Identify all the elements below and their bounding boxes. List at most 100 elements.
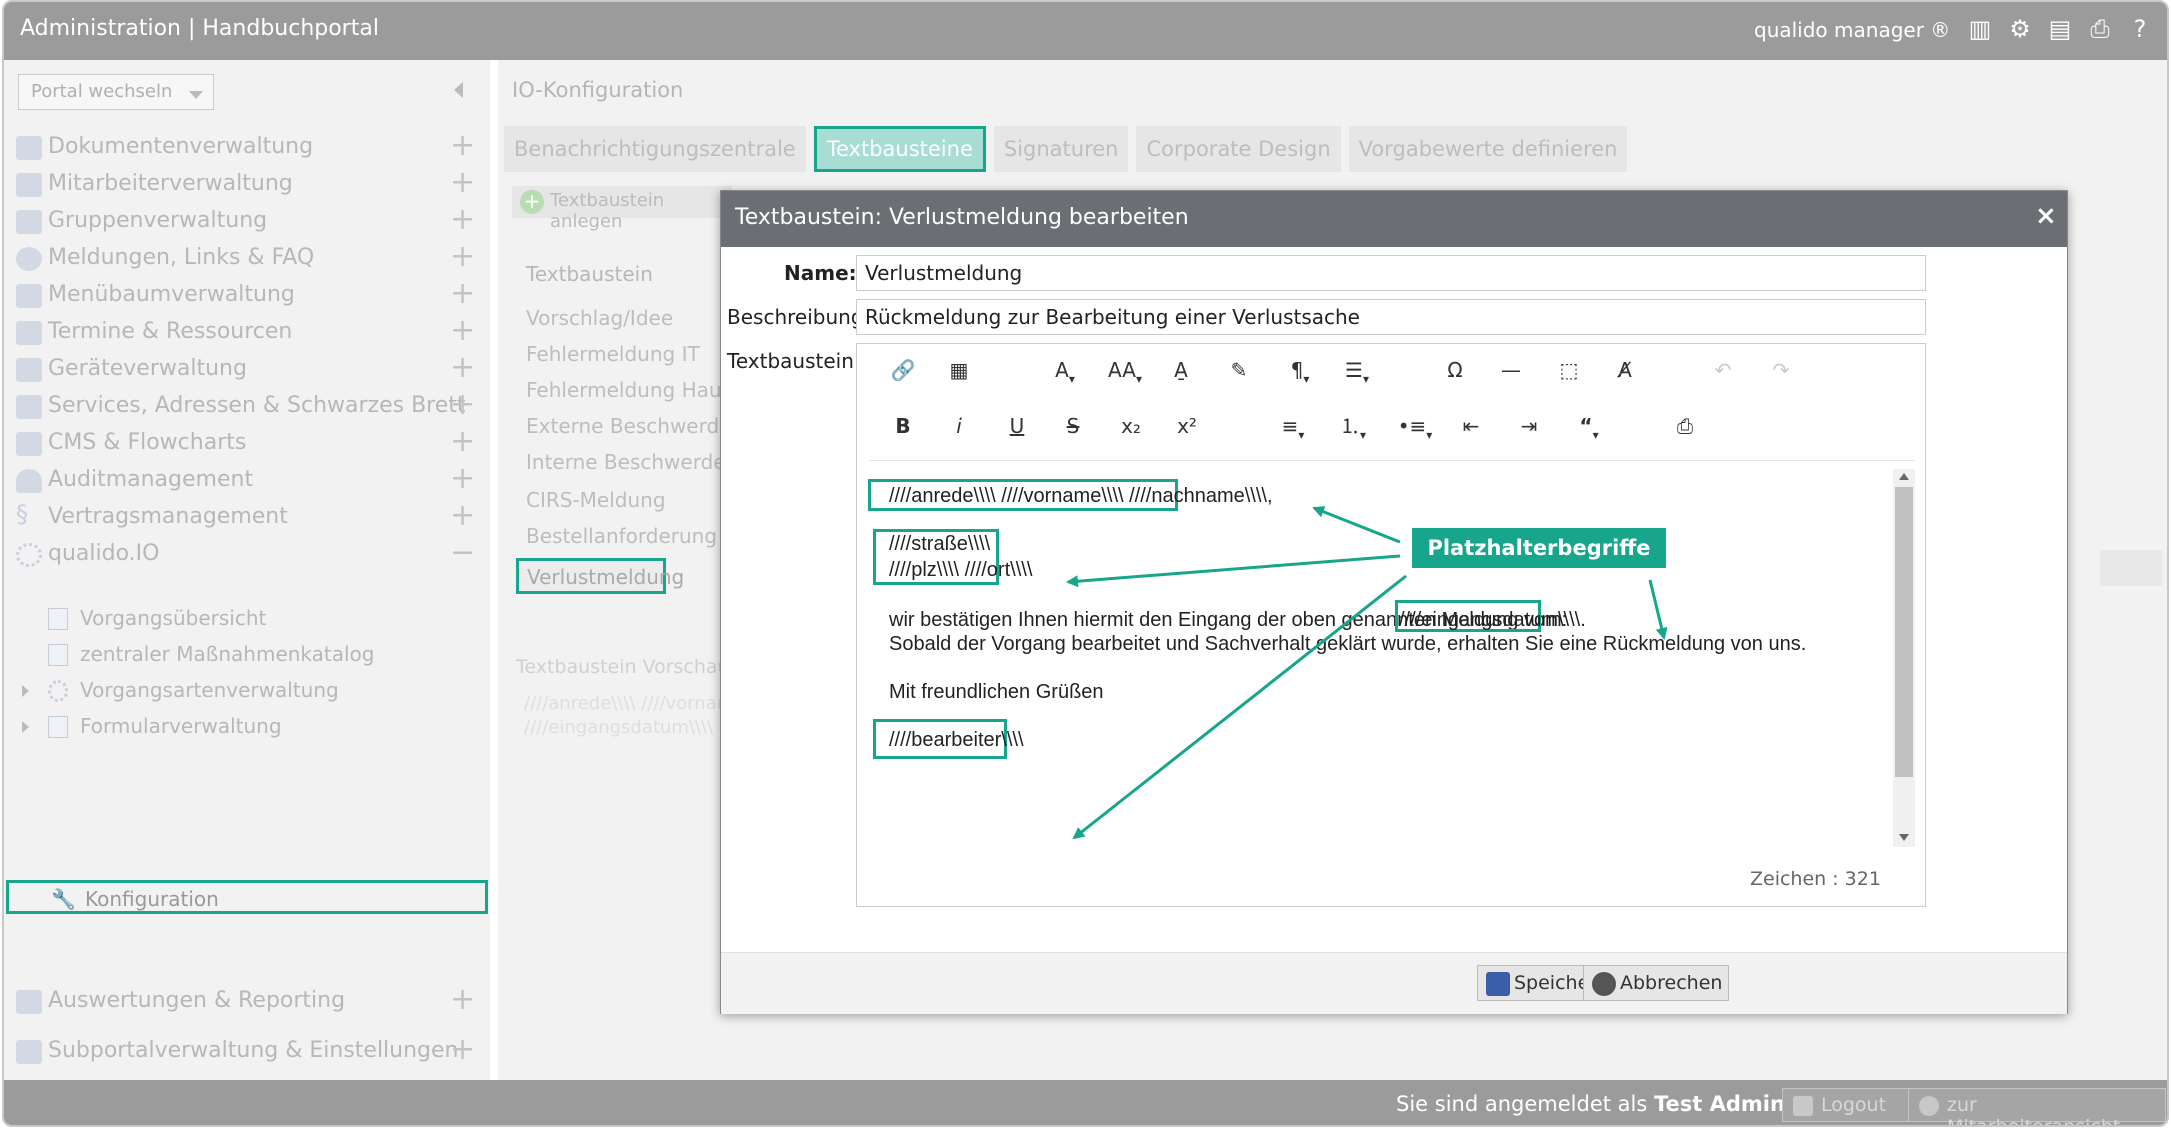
print-icon[interactable]: ⎙ [1665, 408, 1705, 444]
outdent-icon[interactable]: ⇤ [1451, 408, 1491, 444]
sidebar-item-auswertungen[interactable]: Auswertungen & Reporting + [4, 978, 490, 1026]
expand-icon[interactable]: + [450, 239, 475, 274]
expand-icon[interactable]: + [450, 387, 475, 422]
ordered-list-icon[interactable]: ⒈▾ [1325, 408, 1381, 444]
quote-icon[interactable]: “▾ [1563, 408, 1615, 444]
expand-icon[interactable]: + [450, 498, 475, 533]
list-item[interactable]: Vorschlag/Idee [526, 306, 673, 330]
sidebar-subitem-vorgangsarten[interactable]: Vorgangsartenverwaltung [4, 674, 490, 708]
description-label: Beschreibung [727, 305, 864, 329]
document-icon [48, 608, 68, 630]
tab-signaturen[interactable]: Signaturen [993, 126, 1129, 172]
bold-icon[interactable]: B [883, 408, 923, 444]
editor-scrollbar[interactable] [1893, 469, 1915, 847]
chevron-right-icon[interactable] [22, 721, 29, 733]
redo-icon[interactable]: ↷ [1761, 352, 1801, 388]
expand-icon[interactable]: + [450, 313, 475, 348]
editor-line-process: Sobald der Vorgang bearbeitet und Sachve… [889, 633, 1807, 655]
expand-icon[interactable]: + [450, 1032, 475, 1067]
collapse-icon[interactable]: − [450, 535, 475, 570]
expand-icon[interactable]: + [450, 461, 475, 496]
barcode-icon[interactable]: ▥ [1967, 14, 1993, 44]
add-textbaustein-button[interactable]: + Textbaustein anlegen [512, 186, 732, 232]
sidebar-item-label: Geräteverwaltung [48, 356, 247, 381]
list-item[interactable]: CIRS-Meldung [526, 488, 666, 512]
table-icon[interactable]: ▦ [939, 352, 979, 388]
description-input[interactable] [856, 299, 1926, 335]
font-size-icon[interactable]: AA▾ [1097, 352, 1153, 388]
tab-vorgabewerte[interactable]: Vorgabewerte definieren [1348, 126, 1628, 172]
name-input[interactable] [856, 255, 1926, 291]
special-chars-icon[interactable]: Ω [1435, 352, 1475, 388]
sidebar-subitem-formulare[interactable]: Formularverwaltung [4, 710, 490, 744]
user-name: Test Admin [1653, 1092, 1785, 1116]
undo-icon[interactable]: ↶ [1703, 352, 1743, 388]
collapse-sidebar-icon[interactable] [454, 82, 463, 98]
cycle-icon [48, 680, 68, 702]
subscript-icon[interactable]: x₂ [1111, 408, 1151, 444]
list-item[interactable]: Fehlermeldung Haus [526, 378, 732, 402]
expand-icon[interactable]: + [450, 982, 475, 1017]
font-color-icon[interactable]: A̱ [1161, 352, 1201, 388]
scroll-thumb[interactable] [1895, 487, 1913, 777]
portal-select[interactable]: Portal wechseln [18, 74, 214, 110]
chat-icon [16, 247, 42, 271]
select-all-icon[interactable]: ⬚ [1549, 352, 1589, 388]
server-icon[interactable]: ▤ [2047, 14, 2073, 44]
indent-icon[interactable]: ⇥ [1509, 408, 1549, 444]
sidebar-item-label: qualido.IO [48, 541, 160, 566]
close-icon[interactable]: × [2035, 201, 2057, 231]
expand-icon[interactable]: + [450, 202, 475, 237]
clear-format-icon[interactable]: A̸ [1605, 352, 1645, 388]
sidebar-item-label: Vertragsmanagement [48, 504, 288, 529]
sidebar-subitem-vorgangsuebersicht[interactable]: Vorgangsübersicht [4, 602, 490, 636]
tab-corporate-design[interactable]: Corporate Design [1136, 126, 1341, 172]
line-height-icon[interactable]: ☰▾ [1331, 352, 1383, 388]
page-title: IO-Konfiguration [512, 78, 684, 102]
expand-icon[interactable]: + [450, 350, 475, 385]
expand-icon[interactable]: + [450, 165, 475, 200]
preview-text: ////anrede\\\\ ////vorname ////eingangsd… [524, 692, 745, 740]
scroll-up-icon[interactable] [1899, 473, 1909, 480]
sidebar-item-subportal[interactable]: Subportalverwaltung & Einstellungen + [4, 1028, 490, 1076]
list-item[interactable]: Fehlermeldung IT [526, 342, 700, 366]
tab-benachrichtigungszentrale[interactable]: Benachrichtigungszentrale [504, 126, 806, 172]
help-icon[interactable]: ? [2127, 14, 2153, 44]
placeholder-callout: Platzhalterbegriffe [1412, 528, 1666, 568]
italic-icon[interactable]: i [939, 408, 979, 444]
cancel-button[interactable]: Abbrechen [1583, 965, 1729, 1001]
sidebar-item-label: Mitarbeiterverwaltung [48, 171, 293, 196]
horizontal-line-icon[interactable]: — [1491, 352, 1531, 388]
printer-icon[interactable]: ⎙ [2087, 14, 2113, 44]
scroll-down-icon[interactable] [1899, 834, 1909, 841]
link-icon[interactable]: 🔗 [883, 352, 923, 388]
expand-icon[interactable]: + [450, 128, 475, 163]
strikethrough-icon[interactable]: S [1053, 408, 1093, 444]
underline-icon[interactable]: U [997, 408, 1037, 444]
chevron-right-icon[interactable] [22, 685, 29, 697]
unordered-list-icon[interactable]: •≡▾ [1387, 408, 1443, 444]
sidebar-item-label: Formularverwaltung [80, 714, 282, 738]
list-item[interactable]: Interne Beschwerde [526, 450, 726, 474]
sidebar-subitem-konfiguration[interactable]: 🔧 Konfiguration [6, 880, 488, 914]
list-item[interactable]: Bestellanforderung [526, 524, 717, 548]
highlight-icon[interactable]: ✎ [1219, 352, 1259, 388]
list-item[interactable]: Externe Beschwerde [526, 414, 731, 438]
font-family-icon[interactable]: A▾ [1039, 352, 1091, 388]
superscript-icon[interactable]: x² [1167, 408, 1207, 444]
sidebar-subitem-massnahmenkatalog[interactable]: zentraler Maßnahmenkatalog [4, 638, 490, 672]
sidebar-item-qualido-io[interactable]: qualido.IO − [4, 531, 490, 579]
expand-icon[interactable]: + [450, 424, 475, 459]
paragraph-format-icon[interactable]: ¶▾ [1275, 352, 1325, 388]
align-icon[interactable]: ≡▾ [1267, 408, 1319, 444]
footer-bar: Sie sind angemeldet als Test Admin Logou… [4, 1080, 2167, 1125]
editor-content-area[interactable]: ////anrede\\\\ ////vorname\\\\ ////nachn… [868, 460, 1915, 847]
editor-line-clerk: ////bearbeiter\\\\ [889, 729, 1024, 751]
editor-line-regards: Mit freundlichen Grüßen [889, 681, 1104, 703]
sitemap-icon[interactable]: ⚙ [2007, 14, 2033, 44]
employee-view-button[interactable]: zur Mitarbeiteransicht [1908, 1088, 2166, 1125]
tab-textbausteine[interactable]: Textbausteine [813, 126, 986, 172]
cms-icon [16, 432, 42, 456]
expand-icon[interactable]: + [450, 276, 475, 311]
list-item-selected[interactable]: Verlustmeldung [516, 558, 684, 594]
